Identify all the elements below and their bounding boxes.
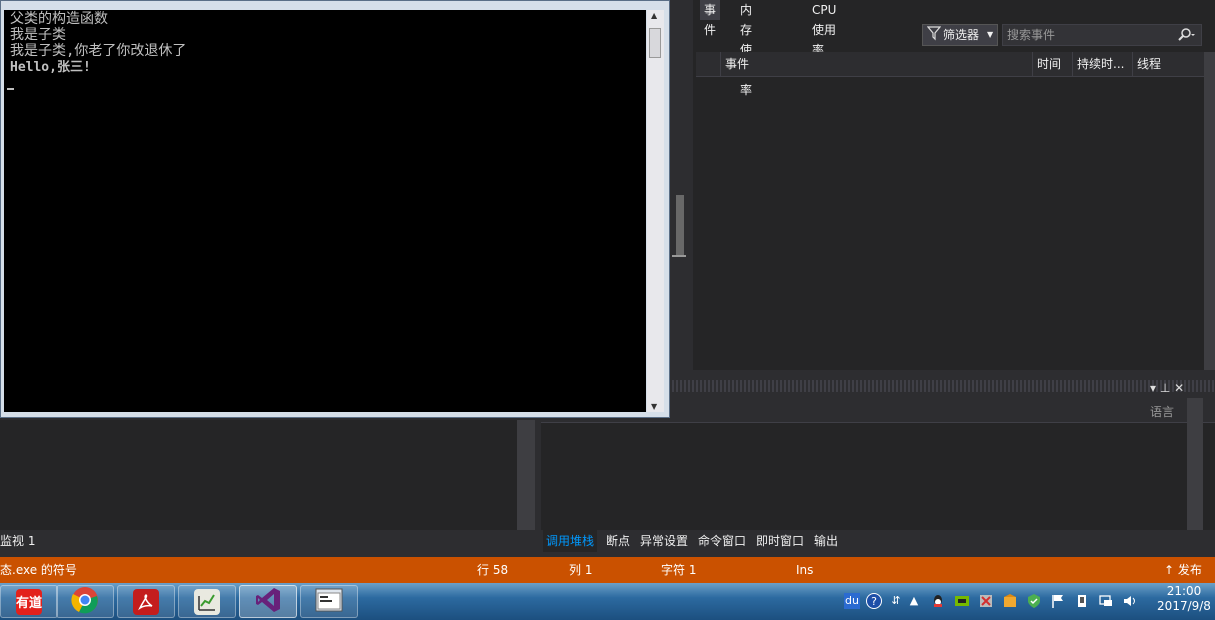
action-center-flag-icon[interactable]: [1050, 593, 1066, 609]
volume-icon[interactable]: [1122, 593, 1138, 609]
taskbar-visual-studio[interactable]: [239, 585, 297, 618]
tab-breakpoints[interactable]: 断点: [603, 530, 633, 552]
status-bar: 态.exe 的符号 行 58 列 1 字符 1 Ins ↑ 发布: [0, 557, 1215, 583]
clock-date: 2017/9/8: [1157, 599, 1211, 613]
tab-memory-usage[interactable]: 内存使用率: [736, 0, 756, 97]
search-events-input[interactable]: 搜索事件: [1002, 24, 1202, 46]
acrobat-icon: [133, 588, 159, 615]
tab-output[interactable]: 输出: [811, 530, 841, 552]
network-small-tray-icon[interactable]: ⇵: [888, 593, 904, 609]
tab-events[interactable]: 事件: [700, 0, 721, 37]
column-language[interactable]: 语言: [1150, 403, 1174, 420]
editor-split-marker: [672, 255, 686, 257]
filter-label: 筛选器: [943, 28, 980, 42]
console-line: 我是子类,你老了你改退休了: [10, 43, 187, 59]
system-clock[interactable]: 21:00 2017/9/8: [1155, 584, 1213, 614]
status-insert-mode: Ins: [796, 563, 814, 577]
chrome-icon: [71, 586, 99, 617]
call-stack-scrollbar[interactable]: [1187, 398, 1203, 530]
filter-icon: [926, 25, 942, 47]
console-window-icon: [315, 588, 343, 615]
console-cursor: [7, 88, 14, 90]
column-duration[interactable]: 持续时...: [1072, 52, 1132, 76]
scroll-down-icon[interactable]: ▼: [651, 402, 657, 411]
editor-scroll-strip: [672, 0, 692, 375]
search-placeholder: 搜索事件: [1007, 28, 1056, 42]
tab-command-window[interactable]: 命令窗口: [695, 530, 749, 552]
status-column: 列 1: [569, 563, 593, 577]
taskbar-chrome[interactable]: [56, 585, 114, 618]
nvidia-tray-icon[interactable]: [954, 593, 970, 609]
network-tray-icon[interactable]: [1098, 593, 1114, 609]
taskbar-youdao[interactable]: 有道: [0, 585, 58, 618]
watch-scrollbar[interactable]: [517, 420, 535, 530]
tab-cpu-usage[interactable]: CPU 使用率: [808, 0, 840, 57]
console-scrollbar[interactable]: ▲ ▼: [647, 10, 664, 412]
tab-exception-settings[interactable]: 异常设置: [637, 530, 691, 552]
chevron-down-icon: ▼: [987, 30, 994, 39]
editor-scrollbar-thumb[interactable]: [676, 195, 684, 255]
taskbar: 有道 du ? ⇵ ▲: [0, 583, 1215, 620]
watch-panel: [0, 420, 535, 530]
visual-studio-icon: [254, 586, 282, 617]
status-char: 字符 1: [661, 563, 697, 577]
chart-editor-icon: [194, 588, 220, 615]
diagnostic-scrollbar[interactable]: [1204, 52, 1215, 370]
panel-controls[interactable]: ▾ ⊥ ✕: [1150, 381, 1184, 395]
column-thread[interactable]: 线程: [1132, 52, 1184, 76]
tab-immediate-window[interactable]: 即时窗口: [753, 530, 807, 552]
column-event[interactable]: 事件: [720, 52, 1032, 76]
status-line: 行 58: [477, 563, 509, 577]
tool-window-tabs: 调用堆栈 断点 异常设置 命令窗口 即时窗口 输出: [541, 530, 1215, 552]
taskbar-console-window[interactable]: [300, 585, 358, 618]
search-icon[interactable]: [1177, 25, 1197, 51]
show-hidden-icons-icon[interactable]: ▲: [906, 593, 922, 609]
package-tray-icon[interactable]: [1002, 593, 1018, 609]
console-output: 父类的构造函数 我是子类 我是子类,你老了你改退休了 Hello,张三!: [4, 10, 646, 412]
device-tray-icon[interactable]: [1074, 593, 1090, 609]
error-tray-icon[interactable]: [978, 593, 994, 609]
security-tray-icon[interactable]: [1026, 593, 1042, 609]
taskbar-acrobat[interactable]: [117, 585, 175, 618]
youdao-icon: 有道: [16, 588, 42, 615]
baidu-tray-icon[interactable]: du: [844, 593, 860, 609]
console-line: 父类的构造函数: [10, 11, 108, 27]
filter-button[interactable]: 筛选器 ▼: [922, 24, 998, 46]
console-line: 我是子类: [10, 27, 66, 43]
column-time[interactable]: 时间: [1032, 52, 1072, 76]
publish-button[interactable]: ↑ 发布: [1164, 557, 1202, 583]
console-line: Hello,张三!: [10, 60, 91, 75]
tab-watch-1[interactable]: 监视 1: [0, 532, 35, 549]
scroll-up-icon[interactable]: ▲: [651, 11, 657, 20]
events-grid-header: 事件 时间 持续时... 线程: [696, 52, 1204, 77]
clock-time: 21:00: [1166, 584, 1202, 598]
status-symbols: 态.exe 的符号: [0, 563, 77, 577]
help-tray-icon[interactable]: ?: [866, 593, 882, 609]
qq-tray-icon[interactable]: [930, 593, 946, 609]
tab-call-stack[interactable]: 调用堆栈: [543, 530, 598, 552]
console-scrollbar-thumb[interactable]: [649, 28, 661, 58]
panel-divider[interactable]: [672, 380, 1215, 392]
taskbar-chart-editor[interactable]: [178, 585, 236, 618]
